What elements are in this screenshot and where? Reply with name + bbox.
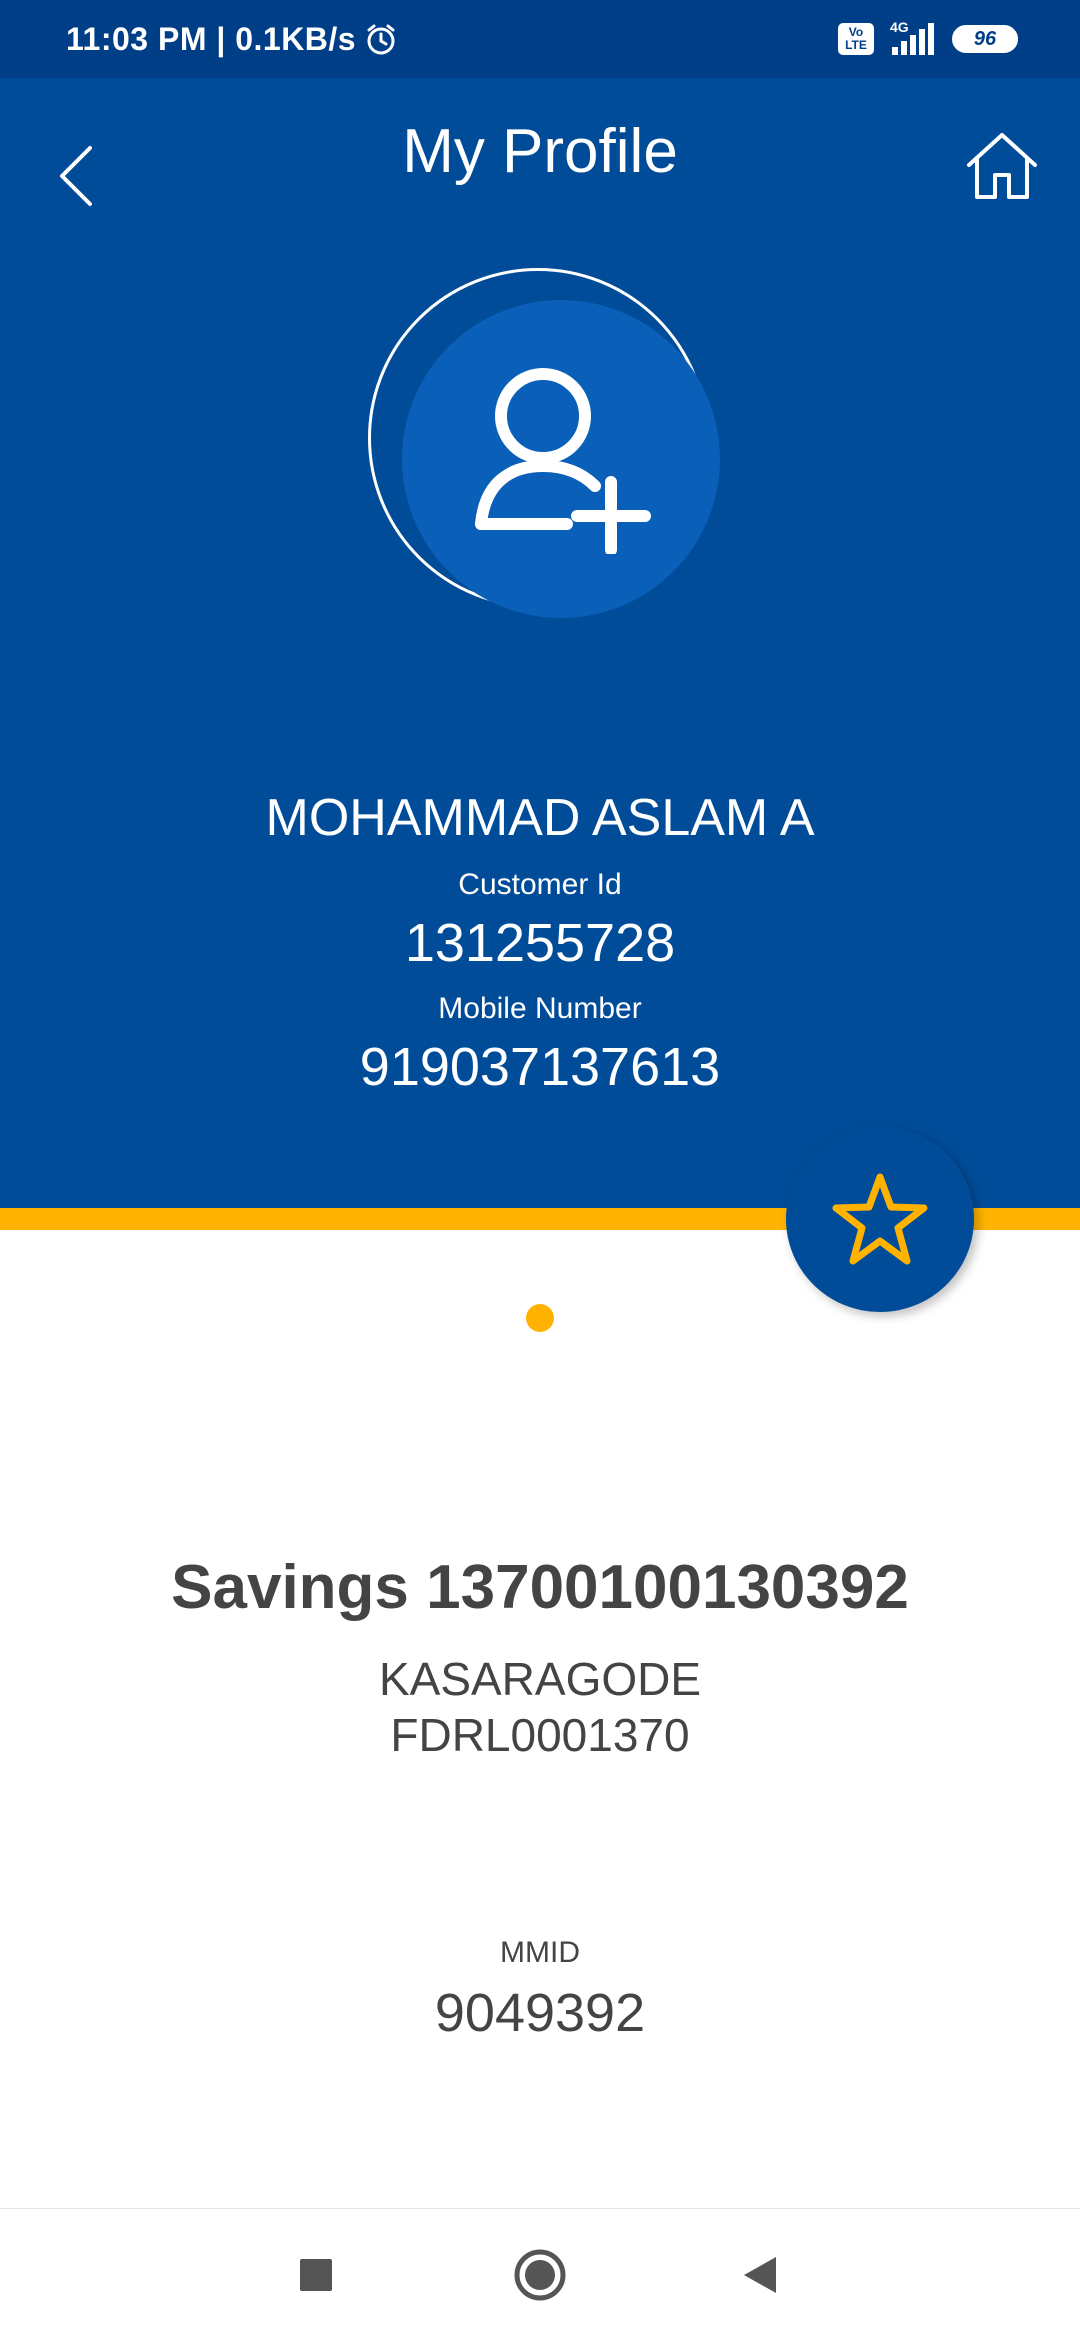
customer-id-label: Customer Id xyxy=(458,868,622,901)
favorite-button[interactable] xyxy=(786,1126,974,1312)
mobile-number-value: 919037137613 xyxy=(359,1037,721,1097)
status-bar: 11:03 PM | 0.1KB/s Vo LTE 4G 96 xyxy=(0,0,1080,78)
status-time-speed: 11:03 PM | 0.1KB/s xyxy=(66,20,357,57)
status-right: Vo LTE 4G 96 xyxy=(838,0,1018,78)
profile-name: MOHAMMAD ASLAM A xyxy=(265,789,815,847)
back-triangle-icon xyxy=(744,2257,776,2293)
recents-button[interactable] xyxy=(256,2209,376,2341)
add-user-icon xyxy=(475,368,651,554)
mmid-value: 9049392 xyxy=(434,1983,646,2043)
battery-icon: 96 xyxy=(952,25,1018,53)
branch-name: KASARAGODE xyxy=(378,1653,702,1705)
avatar[interactable] xyxy=(368,268,728,628)
recents-square-icon xyxy=(300,2259,332,2291)
home-icon xyxy=(967,133,1037,199)
signal-icon: 4G xyxy=(890,19,934,55)
avatar-circle xyxy=(402,300,720,618)
mmid-label: MMID xyxy=(500,1936,580,1969)
status-left: 11:03 PM | 0.1KB/s xyxy=(66,0,398,78)
alarm-icon xyxy=(364,22,398,56)
battery-level: 96 xyxy=(973,27,997,50)
profile-header: My Profile MOHAMMAD ASLAM A Customer Id … xyxy=(0,78,1080,1208)
network-type: 4G xyxy=(890,19,909,35)
home-nav-button[interactable] xyxy=(480,2209,600,2341)
page-title: My Profile xyxy=(402,117,678,186)
volte-label: Vo LTE xyxy=(845,25,867,52)
navigation-bar xyxy=(0,2208,1080,2341)
mobile-number-label: Mobile Number xyxy=(438,992,642,1025)
back-nav-button[interactable] xyxy=(700,2209,820,2341)
page-indicator-dot xyxy=(526,1304,554,1332)
account-title: Savings 13700100130392 xyxy=(171,1553,909,1622)
customer-id-value: 131255728 xyxy=(404,913,676,973)
home-button[interactable] xyxy=(962,126,1042,206)
home-circle-icon xyxy=(514,2249,566,2301)
star-icon xyxy=(832,1173,928,1265)
volte-icon: Vo LTE xyxy=(838,23,874,55)
ifsc-code: FDRL0001370 xyxy=(390,1709,690,1761)
